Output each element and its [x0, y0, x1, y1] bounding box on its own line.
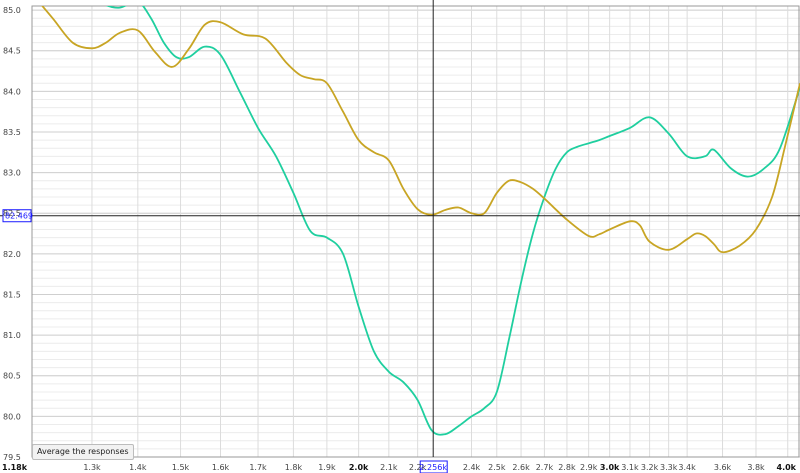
y-tick-label: 85.0	[3, 6, 21, 15]
x-tick-label: 3.4k	[678, 463, 696, 472]
crosshair-cursor[interactable]	[0, 0, 800, 473]
x-tick-label: 2.8k	[558, 463, 576, 472]
series-gold-line	[41, 6, 800, 254]
x-tick-label: 1.8k	[285, 463, 303, 472]
x-tick-label: 2.0k	[349, 463, 369, 472]
x-tick-label: 3.8k	[747, 463, 765, 472]
x-tick-label: 2.4k	[463, 463, 481, 472]
x-tick-label: 2.5k	[488, 463, 506, 472]
y-tick-label: 81.5	[3, 291, 21, 300]
y-axis: 79.580.080.581.081.582.082.583.083.584.0…	[3, 6, 21, 462]
y-tick-label: 84.0	[3, 87, 21, 96]
x-tick-label: 3.2k	[641, 463, 659, 472]
x-tick-label: 4.0k	[777, 463, 797, 472]
y-tick-label: 82.0	[3, 250, 21, 259]
series-group	[41, 6, 800, 436]
series-teal-line	[105, 6, 800, 436]
x-tick-label: 1.3k	[83, 463, 101, 472]
x-tick-label: 1.4k	[129, 463, 147, 472]
y-tick-label: 79.5	[3, 453, 21, 462]
x-tick-label: 1.6k	[212, 463, 230, 472]
y-tick-label: 83.0	[3, 169, 21, 178]
x-tick-label: 2.7k	[536, 463, 554, 472]
grid	[31, 5, 800, 458]
y-tick-label: 80.0	[3, 412, 21, 421]
y-tick-label: 80.5	[3, 372, 21, 381]
x-tick-label: 3.0k	[600, 463, 620, 472]
x-axis: 1.18k 1.3k 1.4k 1.5k 1.6k 1.7k 1.8k 1.9k 2.0k 2.1…	[2, 463, 797, 472]
x-tick-label: 3.1k	[621, 463, 639, 472]
x-tick-label: 1.5k	[172, 463, 190, 472]
frequency-response-plot[interactable]: 79.580.080.581.081.582.082.583.083.584.0…	[0, 0, 800, 473]
x-tick-label: 3.6k	[714, 463, 732, 472]
x-tick-label: 2.1k	[380, 463, 398, 472]
y-tick-label: 84.5	[3, 47, 21, 56]
x-tick-label: 1.18k	[2, 463, 28, 472]
x-tick-label: 2.9k	[580, 463, 598, 472]
cursor-y-readout: 82.469	[5, 212, 33, 221]
x-tick-label: 1.9k	[318, 463, 336, 472]
x-tick-label: 2.6k	[512, 463, 530, 472]
average-responses-button[interactable]: Average the responses	[32, 444, 134, 460]
plot-frame	[31, 5, 800, 458]
cursor-x-readout: 2.256k	[419, 463, 447, 472]
y-tick-label: 83.5	[3, 128, 21, 137]
x-tick-label: 1.7k	[249, 463, 267, 472]
y-tick-label: 81.0	[3, 331, 21, 340]
x-tick-label: 3.3k	[660, 463, 678, 472]
